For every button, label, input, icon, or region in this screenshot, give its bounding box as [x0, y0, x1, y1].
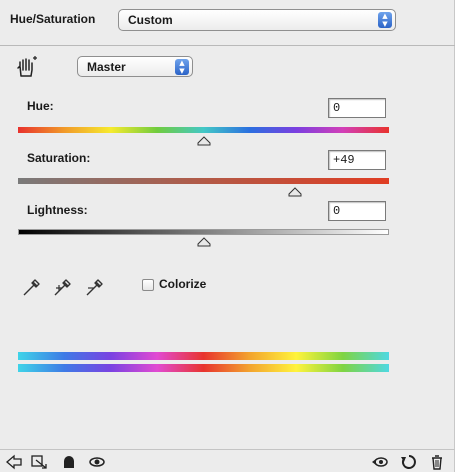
mask-icon[interactable]: [60, 454, 78, 470]
channel-dropdown[interactable]: Master ▲ ▼: [77, 56, 193, 77]
eyedropper-minus-icon[interactable]: [84, 276, 106, 298]
hue-label: Hue:: [27, 99, 54, 113]
back-arrow-icon[interactable]: [5, 454, 23, 470]
saturation-slider-thumb[interactable]: [288, 187, 302, 197]
lightness-label: Lightness:: [27, 203, 88, 217]
dropdown-arrows-icon: ▲ ▼: [378, 12, 392, 28]
eyedropper-plus-icon[interactable]: [52, 276, 74, 298]
preset-dropdown[interactable]: Custom ▲ ▼: [118, 9, 396, 31]
panel-header: Hue/Saturation Custom ▲ ▼: [0, 0, 455, 46]
input-color-range-bar: [18, 352, 389, 360]
visibility-eye-icon[interactable]: [88, 454, 106, 470]
lightness-slider-thumb[interactable]: [197, 237, 211, 247]
hue-slider-track[interactable]: [18, 127, 389, 133]
on-image-adjust-hand-icon[interactable]: [15, 56, 39, 78]
eyedropper-icon[interactable]: [21, 276, 43, 298]
preset-value: Custom: [128, 13, 173, 27]
hue-saturation-panel: Hue/Saturation Custom ▲ ▼ Master ▲ ▼ Hue: …: [0, 0, 455, 472]
output-color-range-bar: [18, 364, 389, 372]
trash-icon[interactable]: [428, 454, 446, 470]
hue-slider-thumb[interactable]: [197, 136, 211, 146]
saturation-slider-track[interactable]: [18, 178, 389, 184]
colorize-checkbox[interactable]: [142, 279, 154, 291]
view-previous-icon[interactable]: [370, 454, 388, 470]
hue-input[interactable]: 0: [328, 98, 386, 118]
panel-footer: [0, 449, 455, 472]
dropdown-arrows-icon: ▲ ▼: [175, 59, 189, 75]
clip-to-layer-icon[interactable]: [30, 454, 48, 470]
saturation-input[interactable]: +49: [328, 150, 386, 170]
channel-value: Master: [87, 60, 126, 74]
colorize-label[interactable]: Colorize: [159, 277, 206, 291]
panel-title: Hue/Saturation: [10, 12, 96, 26]
lightness-input[interactable]: 0: [328, 201, 386, 221]
saturation-label: Saturation:: [27, 151, 91, 165]
reset-icon[interactable]: [400, 454, 418, 470]
lightness-slider-track[interactable]: [18, 229, 389, 235]
